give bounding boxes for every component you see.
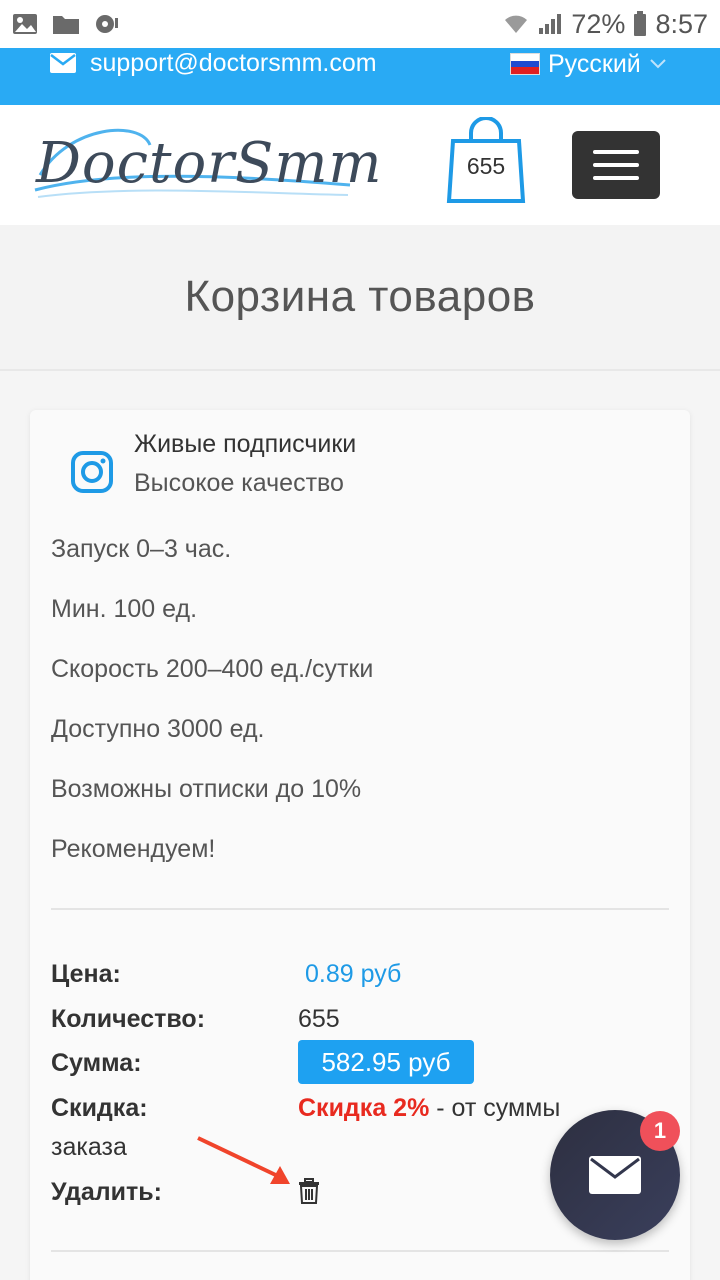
- feature-item: Мин. 100 ед.: [51, 595, 198, 623]
- annotation-arrow-icon: [197, 1136, 290, 1184]
- status-bar-system: 72% 8:57: [503, 9, 708, 40]
- price-label: Цена:: [51, 960, 121, 988]
- chevron-down-icon: [650, 59, 666, 69]
- feature-item: Запуск 0–3 час.: [51, 535, 232, 563]
- discount-note: - от суммы: [429, 1094, 561, 1122]
- feature-item: Доступно 3000 ед.: [51, 715, 265, 743]
- discount-label: Скидка:: [51, 1094, 148, 1122]
- instagram-icon: [71, 451, 113, 493]
- trash-icon[interactable]: [298, 1178, 320, 1204]
- site-logo[interactable]: DoctorSmm: [30, 115, 382, 215]
- notification-badge: 1: [640, 1111, 680, 1151]
- discount-value: Скидка 2% - от суммы: [298, 1094, 560, 1123]
- support-email: support@doctorsmm.com: [90, 48, 377, 77]
- page-title: Корзина товаров: [184, 272, 536, 321]
- site-header: DoctorSmm 655: [0, 105, 720, 225]
- signal-icon: [539, 14, 562, 34]
- product-subtitle: Высокое качество: [134, 469, 344, 497]
- hamburger-menu-button[interactable]: [572, 131, 660, 199]
- sum-value-badge: 582.95 руб: [298, 1040, 474, 1084]
- divider: [51, 1250, 669, 1252]
- cart-button[interactable]: 655: [445, 116, 527, 205]
- quantity-value: 655: [298, 1005, 340, 1033]
- product-header: Живые подписчики Высокое качество: [70, 430, 356, 498]
- feature-item: Возможны отписки до 10%: [51, 775, 362, 803]
- delete-label: Удалить:: [51, 1178, 162, 1206]
- product-features: Запуск 0–3 час. Мин. 100 ед. Скорость 20…: [51, 530, 373, 890]
- status-bar-notifications: [12, 12, 120, 36]
- language-label: Русский: [548, 49, 641, 78]
- image-icon: [13, 14, 37, 34]
- clock: 8:57: [655, 8, 708, 39]
- language-selector[interactable]: Русский: [510, 48, 667, 80]
- support-email-link[interactable]: support@doctorsmm.com: [50, 48, 377, 78]
- cart-count: 655: [466, 153, 506, 179]
- discount-percent: Скидка 2%: [298, 1094, 430, 1122]
- contact-bar: support@doctorsmm.com Русский: [0, 48, 720, 105]
- wifi-icon: [505, 15, 528, 33]
- divider: [51, 908, 669, 910]
- feature-item: Скорость 200–400 ед./сутки: [51, 655, 374, 683]
- folder-icon: [53, 16, 79, 34]
- price-value: 0.89 руб: [305, 960, 402, 988]
- quantity-label: Количество:: [51, 1005, 206, 1033]
- logo-text: DoctorSmm: [36, 131, 383, 196]
- discount-note-cont: заказа: [51, 1133, 127, 1161]
- sum-label: Сумма:: [51, 1049, 142, 1077]
- battery-icon: [634, 11, 647, 36]
- page-title-band: Корзина товаров: [0, 225, 720, 371]
- feature-item: Рекомендуем!: [51, 835, 216, 863]
- status-bar: 72% 8:57: [0, 0, 720, 48]
- media-icon: [96, 15, 118, 33]
- envelope-icon: [50, 53, 76, 73]
- russia-flag-icon: [510, 53, 540, 75]
- envelope-icon: [589, 1156, 641, 1194]
- product-title: Живые подписчики: [134, 430, 357, 458]
- battery-percent: 72%: [571, 8, 626, 39]
